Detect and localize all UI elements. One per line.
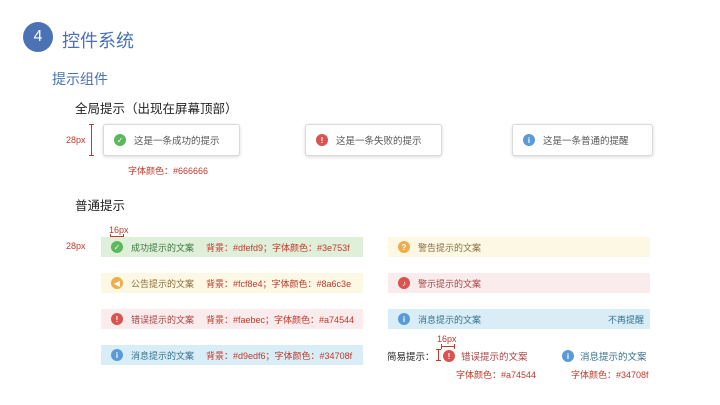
simple-error-tip: ! 错误提示的文案	[443, 349, 528, 363]
alert-spec: 背景：#fcf8e4；字体颜色：#8a6c3e	[206, 278, 352, 289]
dismiss-link[interactable]: 不再提醒	[608, 313, 644, 326]
alert-info: i 消息提示的文案 背景：#d9edf6；字体颜色：#34708f	[101, 345, 363, 365]
alert-info-closable: i 消息提示的文案 不再提醒	[388, 309, 650, 329]
simple-info-note: 字体颜色：#34708f	[571, 370, 649, 380]
speaker-icon: ◀	[111, 277, 123, 289]
alert-notice: ◀ 公告提示的文案 背景：#fcf8e4；字体颜色：#8a6c3e	[101, 273, 363, 293]
height-bracket	[89, 124, 94, 156]
exclamation-circle-icon: !	[443, 350, 455, 362]
info-circle-icon: i	[562, 350, 574, 362]
height-label: 28px	[66, 241, 86, 251]
check-circle-icon: ✓	[114, 134, 126, 146]
toast-error[interactable]: ! 这是一条失败的提示	[305, 124, 442, 156]
check-circle-icon: ✓	[111, 241, 123, 253]
simple-width-label: 16px	[437, 334, 457, 344]
section-title: 提示组件	[52, 71, 108, 87]
alert-warning: ? 警告提示的文案	[388, 237, 650, 257]
simple-height-bracket	[436, 349, 441, 361]
toast-text: 这是一条成功的提示	[134, 136, 220, 147]
simple-info-text: 消息提示的文案	[580, 352, 647, 363]
alert-spec: 背景：#faebec；字体颜色：#a74544	[206, 314, 355, 325]
toast-text: 这是一条失败的提示	[336, 136, 422, 147]
alert-text: 消息提示的文案	[131, 350, 195, 361]
alert-text: 公告提示的文案	[131, 278, 195, 289]
alert-spec: 背景：#d9edf6；字体颜色：#34708f	[206, 350, 353, 361]
exclamation-circle-icon: !	[111, 313, 123, 325]
alert-text: 成功提示的文案	[131, 242, 195, 253]
normal-tips-title: 普通提示	[75, 199, 126, 213]
exclamation-circle-icon: !	[316, 134, 328, 146]
alert-success: ✓ 成功提示的文案 背景：#dfefd9；字体颜色：#3e753f	[101, 237, 363, 257]
font-color-note: 字体颜色：#666666	[128, 166, 209, 176]
alert-error: ! 错误提示的文案 背景：#faebec；字体颜色：#a74544	[101, 309, 363, 329]
simple-label-text: 简易提示：	[387, 352, 435, 363]
page-title: 控件系统	[62, 31, 134, 51]
alert-text: 警示提示的文案	[418, 278, 482, 289]
toast-text: 这是一条普通的提醒	[543, 136, 629, 147]
toast-success[interactable]: ✓ 这是一条成功的提示	[103, 124, 240, 156]
alert-text: 警告提示的文案	[418, 242, 482, 253]
info-circle-icon: i	[111, 349, 123, 361]
simple-info-tip: i 消息提示的文案	[562, 349, 647, 363]
bell-icon: ♪	[398, 277, 410, 289]
alert-text: 消息提示的文案	[418, 314, 482, 325]
question-circle-icon: ?	[398, 241, 410, 253]
toast-info[interactable]: i 这是一条普通的提醒	[512, 124, 653, 156]
simple-tips-label: 简易提示：	[387, 349, 435, 363]
simple-error-text: 错误提示的文案	[461, 352, 528, 363]
global-tips-title: 全局提示（出现在屏幕顶部）	[75, 102, 238, 116]
info-circle-icon: i	[523, 134, 535, 146]
alert-alarm: ♪ 警示提示的文案	[388, 273, 650, 293]
alert-text: 错误提示的文案	[131, 314, 195, 325]
step-badge: 4	[23, 22, 53, 52]
simple-error-note: 字体颜色：#a74544	[456, 370, 537, 380]
height-label: 28px	[66, 135, 86, 145]
alert-spec: 背景：#dfefd9；字体颜色：#3e753f	[206, 242, 350, 253]
info-circle-icon: i	[398, 313, 410, 325]
